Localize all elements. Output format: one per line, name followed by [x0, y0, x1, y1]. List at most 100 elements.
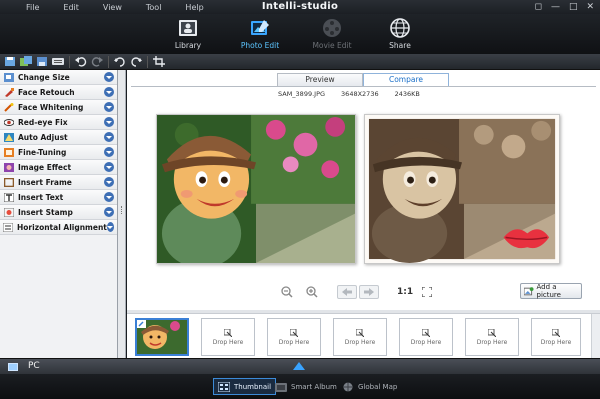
preview-controls: 1:1 Add a picture	[127, 282, 600, 302]
add-picture-button[interactable]: Add a picture	[520, 283, 582, 299]
rotate-left-icon[interactable]	[113, 55, 127, 68]
edit-item-horizontal-alignment[interactable]: Horizontal Alignment	[0, 220, 117, 235]
edit-function-panel: Change Size Face Retouch Face Whitening …	[0, 70, 118, 358]
file-info: SAM_3899.JPG 3648X2736 2436KB	[278, 90, 420, 98]
keyboard-icon[interactable]	[51, 55, 65, 68]
menu-file[interactable]: File	[4, 3, 49, 12]
drop-label: Drop Here	[476, 339, 508, 346]
edit-item-face-whitening[interactable]: Face Whitening	[0, 100, 117, 115]
title-bar: File Edit View Tool Help Intelli-studio …	[0, 0, 600, 14]
close-icon[interactable]: ✕	[586, 2, 594, 12]
arrow-right-icon	[364, 288, 374, 296]
menu-help[interactable]: Help	[171, 3, 213, 12]
save-as-icon[interactable]	[35, 55, 49, 68]
redo-icon[interactable]	[90, 55, 104, 68]
mode-movie-edit[interactable]: Movie Edit	[304, 17, 360, 53]
drop-icon	[224, 329, 232, 337]
edit-item-insert-text[interactable]: Insert Text	[0, 190, 117, 205]
photo-edit-icon	[251, 20, 269, 35]
share-globe-icon	[390, 18, 410, 38]
compare-strip: Drop Here Drop Here Drop Here Drop Here …	[127, 313, 600, 359]
menu-view[interactable]: View	[89, 3, 132, 12]
chevron-down-icon[interactable]	[104, 207, 114, 217]
chevron-down-icon[interactable]	[104, 87, 114, 97]
chevron-down-icon[interactable]	[104, 177, 114, 187]
edit-item-label: Face Retouch	[18, 87, 75, 97]
save-icon[interactable]	[3, 55, 17, 68]
stamp-icon	[3, 207, 14, 217]
edit-item-insert-frame[interactable]: Insert Frame	[0, 175, 117, 190]
drop-label: Drop Here	[212, 339, 244, 346]
drop-icon	[422, 329, 430, 337]
edit-item-label: Image Effect	[18, 162, 72, 172]
edit-item-insert-stamp[interactable]: Insert Stamp	[0, 205, 117, 220]
file-dimensions: 3648X2736	[341, 90, 379, 98]
chevron-down-icon[interactable]	[104, 132, 114, 142]
edit-item-fine-tuning[interactable]: Fine-Tuning	[0, 145, 117, 160]
crop-icon[interactable]	[152, 55, 166, 68]
chevron-down-icon[interactable]	[104, 72, 114, 82]
drop-label: Drop Here	[278, 339, 310, 346]
edit-item-red-eye-fix[interactable]: Red-eye Fix	[0, 115, 117, 130]
undo-icon[interactable]	[74, 55, 88, 68]
drop-icon	[356, 329, 364, 337]
strip-scrollbar[interactable]	[591, 314, 600, 359]
menu-tool[interactable]: Tool	[132, 3, 172, 12]
actual-size-button[interactable]: 1:1	[397, 287, 413, 297]
maximize-icon[interactable]: □	[569, 2, 578, 12]
zoom-in-icon[interactable]	[305, 285, 319, 299]
tab-compare[interactable]: Compare	[363, 73, 449, 86]
edited-photo	[364, 114, 560, 264]
smart-album-icon	[275, 382, 287, 392]
drop-slot[interactable]: Drop Here	[531, 318, 581, 356]
source-label[interactable]: PC	[28, 361, 40, 371]
drop-slot[interactable]: Drop Here	[333, 318, 387, 356]
zoom-out-icon[interactable]	[280, 285, 294, 299]
menu-edit[interactable]: Edit	[49, 3, 89, 12]
drop-icon	[552, 329, 560, 337]
view-thumbnail-button[interactable]: Thumbnail	[213, 378, 277, 395]
chevron-down-icon[interactable]	[106, 222, 114, 232]
pc-icon	[8, 363, 18, 371]
minimize-icon[interactable]: —	[551, 2, 560, 12]
arrow-left-icon	[342, 288, 352, 296]
save-all-icon[interactable]	[19, 55, 33, 68]
mode-photo-edit[interactable]: Photo Edit	[232, 17, 288, 53]
chevron-down-icon[interactable]	[104, 117, 114, 127]
drop-slot[interactable]: Drop Here	[465, 318, 519, 356]
restore-icon[interactable]: ◻	[534, 2, 541, 12]
edit-item-change-size[interactable]: Change Size	[0, 70, 117, 85]
add-picture-icon	[524, 286, 534, 295]
globe-icon	[343, 382, 353, 391]
edit-item-auto-adjust[interactable]: Auto Adjust	[0, 130, 117, 145]
library-icon	[179, 20, 197, 36]
drop-label: Drop Here	[540, 339, 572, 346]
drop-label: Drop Here	[344, 339, 376, 346]
chevron-down-icon[interactable]	[104, 192, 114, 202]
edit-item-face-retouch[interactable]: Face Retouch	[0, 85, 117, 100]
drop-slot[interactable]: Drop Here	[399, 318, 453, 356]
fit-to-window-icon[interactable]	[420, 285, 434, 299]
edit-item-image-effect[interactable]: Image Effect	[0, 160, 117, 175]
view-mode-bar: Thumbnail Smart Album Global Map	[0, 374, 600, 399]
thumbnail-icon	[218, 381, 230, 392]
rotate-right-icon[interactable]	[129, 55, 143, 68]
panel-splitter[interactable]	[118, 70, 126, 358]
add-picture-label: Add a picture	[536, 283, 561, 299]
view-global-map-button[interactable]: Global Map	[338, 378, 401, 395]
chevron-down-icon[interactable]	[104, 147, 114, 157]
mode-library[interactable]: Library	[160, 17, 216, 53]
chevron-down-icon[interactable]	[104, 102, 114, 112]
drop-slot[interactable]: Drop Here	[267, 318, 321, 356]
drop-slot[interactable]: Drop Here	[201, 318, 255, 356]
view-smart-album-button[interactable]: Smart Album	[271, 378, 341, 395]
tab-preview[interactable]: Preview	[277, 73, 363, 86]
chevron-down-icon[interactable]	[104, 162, 114, 172]
expand-up-icon[interactable]	[293, 362, 305, 370]
next-button[interactable]	[359, 285, 379, 299]
file-size: 2436KB	[394, 90, 420, 98]
edit-item-label: Face Whitening	[18, 102, 84, 112]
previous-button[interactable]	[337, 285, 357, 299]
selected-thumbnail[interactable]	[135, 318, 189, 356]
mode-share[interactable]: Share	[372, 17, 428, 53]
